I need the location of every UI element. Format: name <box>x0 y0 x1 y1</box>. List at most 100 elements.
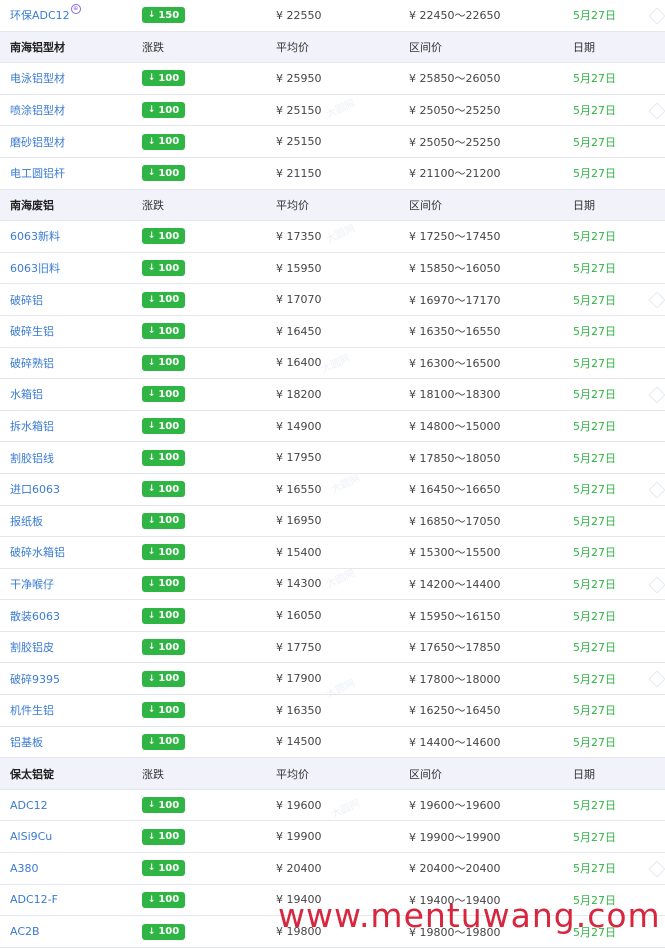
item-name-cell[interactable]: 报纸板 <box>10 506 43 537</box>
range-price: ¥ 19600～19600 <box>409 799 501 813</box>
avg-price: ¥ 17900 <box>276 672 322 686</box>
item-name-link[interactable]: 6063新料 <box>10 228 60 244</box>
date-cell: 5月27日 <box>573 325 616 339</box>
item-name-link[interactable]: 破碎熟铝 <box>10 355 54 371</box>
range-price: ¥ 17650～17850 <box>409 641 501 655</box>
item-name-link[interactable]: 水箱铝 <box>10 386 43 402</box>
item-name-cell[interactable]: AC2B <box>10 916 40 947</box>
arrow-down-icon: ↓ <box>147 357 156 368</box>
item-name-cell[interactable]: 破碎9395 <box>10 663 60 694</box>
item-name-link[interactable]: ADC12 <box>10 799 48 812</box>
item-name-cell[interactable]: 机件生铝 <box>10 695 54 726</box>
item-name-cell[interactable]: A380 <box>10 853 39 884</box>
item-name-cell[interactable]: 干净喉仔 <box>10 569 54 600</box>
item-name-link[interactable]: 破碎水箱铝 <box>10 544 65 560</box>
item-name-link[interactable]: 进口6063 <box>10 481 60 497</box>
item-name-link[interactable]: 破碎9395 <box>10 671 60 687</box>
price-row: 铝基板 ↓ 100 ¥ 14500 ¥ 14400～14600 5月27日 <box>0 727 665 759</box>
item-name-link[interactable]: 割胶铝皮 <box>10 639 54 655</box>
item-name-cell[interactable]: 喷涂铝型材 <box>10 95 65 126</box>
item-name-cell[interactable]: 割胶铝皮 <box>10 632 54 663</box>
change-cell: ↓ 100 <box>142 63 185 94</box>
change-badge: ↓ 100 <box>142 449 185 466</box>
change-column-header: 涨跌 <box>142 767 164 781</box>
item-name-link[interactable]: 拆水箱铝 <box>10 418 54 434</box>
range-price: ¥ 20400～20400 <box>409 862 501 876</box>
avg-price: ¥ 18200 <box>276 387 322 401</box>
change-cell: ↓ 100 <box>142 379 185 410</box>
item-name-link[interactable]: 散装6063 <box>10 608 60 624</box>
change-cell: ↓ 100 <box>142 348 185 379</box>
item-name-cell[interactable]: 破碎生铝 <box>10 316 54 347</box>
item-name-link[interactable]: 电泳铝型材 <box>10 70 65 86</box>
item-name-link[interactable]: 电工圆铝杆 <box>10 165 65 181</box>
item-name-cell[interactable]: 水箱铝 <box>10 379 43 410</box>
item-name-link[interactable]: 报纸板 <box>10 513 43 529</box>
item-name-cell[interactable]: 磨砂铝型材 <box>10 126 65 157</box>
range-column-header: 区间价 <box>409 40 442 54</box>
date-column-header: 日期 <box>573 767 595 781</box>
item-name-cell[interactable]: 破碎铝 <box>10 284 43 315</box>
item-name-link[interactable]: 破碎铝 <box>10 292 43 308</box>
arrow-down-icon: ↓ <box>147 515 156 526</box>
item-name-cell[interactable]: 电工圆铝杆 <box>10 158 65 189</box>
arrow-down-icon: ↓ <box>147 168 156 179</box>
watermark-diamond-icon <box>648 576 665 594</box>
item-name-cell[interactable]: 6063新料 <box>10 221 60 252</box>
item-name-cell[interactable]: 进口6063 <box>10 474 60 505</box>
arrow-down-icon: ↓ <box>147 452 156 463</box>
change-value: 100 <box>158 325 180 337</box>
change-value: 100 <box>158 831 180 843</box>
item-name-cell[interactable]: 环保ADC12 ⊕ <box>10 0 81 31</box>
item-name-link[interactable]: 环保ADC12 <box>10 7 70 23</box>
arrow-down-icon: ↓ <box>147 642 156 653</box>
item-name-cell[interactable]: 破碎水箱铝 <box>10 537 65 568</box>
avg-price: ¥ 14900 <box>276 419 322 433</box>
change-value: 100 <box>158 799 180 811</box>
item-name-link[interactable]: 干净喉仔 <box>10 576 54 592</box>
item-name-cell[interactable]: 拆水箱铝 <box>10 411 54 442</box>
item-name-link[interactable]: 铝基板 <box>10 734 43 750</box>
item-name-cell[interactable]: ADC12 <box>10 790 48 821</box>
item-name-link[interactable]: A380 <box>10 862 39 875</box>
item-name-link[interactable]: 割胶铝线 <box>10 450 54 466</box>
item-name-link[interactable]: 喷涂铝型材 <box>10 102 65 118</box>
date-cell: 5月27日 <box>573 420 616 434</box>
item-name-link[interactable]: 破碎生铝 <box>10 323 54 339</box>
range-price: ¥ 16450～16650 <box>409 483 501 497</box>
date-cell: 5月27日 <box>573 514 616 528</box>
item-name-cell[interactable]: 铝基板 <box>10 727 43 758</box>
item-name-cell[interactable]: 散装6063 <box>10 600 60 631</box>
watermark-diamond-icon <box>648 102 665 120</box>
item-name-link[interactable]: 6063旧料 <box>10 260 60 276</box>
item-name-link[interactable]: AC2B <box>10 925 40 938</box>
avg-column-header: 平均价 <box>276 767 309 781</box>
item-name-link[interactable]: AlSi9Cu <box>10 830 52 843</box>
change-cell: ↓ 100 <box>142 316 185 347</box>
range-price: ¥ 25850～26050 <box>409 72 501 86</box>
range-price: ¥ 18100～18300 <box>409 388 501 402</box>
change-value: 100 <box>158 136 180 148</box>
price-row: 割胶铝皮 ↓ 100 ¥ 17750 ¥ 17650～17850 5月27日 <box>0 632 665 664</box>
item-name-link[interactable]: 磨砂铝型材 <box>10 134 65 150</box>
item-name-cell[interactable]: 破碎熟铝 <box>10 348 54 379</box>
arrow-down-icon: ↓ <box>147 421 156 432</box>
watermark-diamond-icon <box>648 481 665 499</box>
category-header-row: 保太铝锭 涨跌 平均价 区间价 日期 <box>0 758 665 790</box>
change-badge: ↓ 100 <box>142 418 185 435</box>
item-name-cell[interactable]: 割胶铝线 <box>10 442 54 473</box>
date-cell: 5月27日 <box>573 577 616 591</box>
item-name-cell[interactable]: AlSi9Cu <box>10 821 52 852</box>
item-name-link[interactable]: 机件生铝 <box>10 702 54 718</box>
item-name-cell[interactable]: 6063旧料 <box>10 253 60 284</box>
range-price: ¥ 15950～16150 <box>409 609 501 623</box>
arrow-down-icon: ↓ <box>147 894 156 905</box>
change-column-header: 涨跌 <box>142 198 164 212</box>
item-name-cell[interactable]: ADC12-F <box>10 885 58 916</box>
category-title-text: 南海铝型材 <box>10 40 65 54</box>
change-cell: ↓ 100 <box>142 569 185 600</box>
item-name-link[interactable]: ADC12-F <box>10 893 58 906</box>
item-name-cell[interactable]: 电泳铝型材 <box>10 63 65 94</box>
change-value: 100 <box>158 610 180 622</box>
arrow-down-icon: ↓ <box>147 105 156 116</box>
